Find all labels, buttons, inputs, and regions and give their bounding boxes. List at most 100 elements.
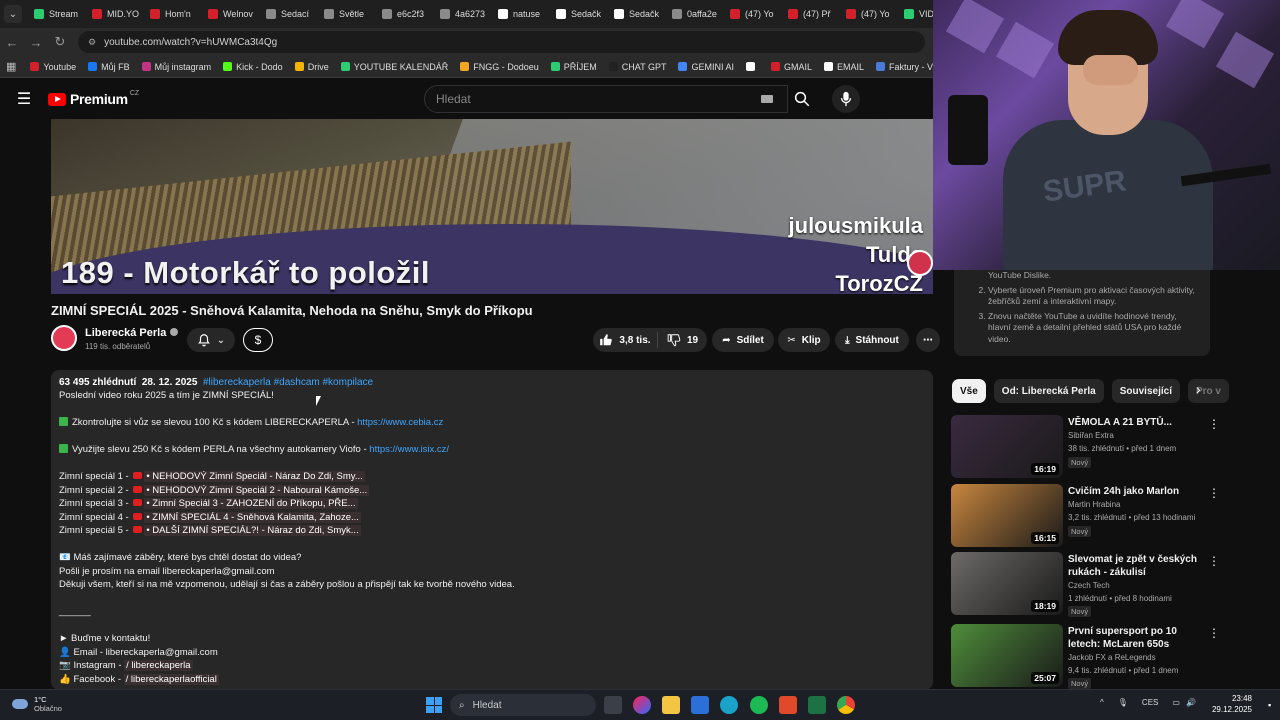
linked-video[interactable]: • Zimní Speciál 3 - ZAHOZENÍ do Příkopu,… [144, 498, 358, 509]
chip-related[interactable]: Související [1111, 379, 1180, 403]
browser-tab[interactable]: Stream [30, 3, 88, 25]
channel-name[interactable]: Liberecká Perla [85, 327, 179, 339]
browser-tab[interactable]: 4a6273 [436, 3, 494, 25]
browser-tab[interactable]: Sedací [262, 3, 320, 25]
forward-icon[interactable]: → [24, 35, 48, 50]
bookmark-item[interactable]: FNGG - Dodoeu [460, 62, 539, 72]
edge-icon[interactable] [720, 696, 738, 714]
clip-button[interactable]: ✂ Klip [778, 328, 830, 352]
browser-tab[interactable]: Sedačk [552, 3, 610, 25]
chevron-up-icon[interactable]: ^ [1100, 698, 1104, 707]
browser-tab[interactable]: natuse [494, 3, 552, 25]
browser-tab[interactable]: (47) Yo [726, 3, 784, 25]
bookmark-item[interactable]: GEMINI AI [678, 62, 734, 72]
recommended-channel[interactable]: Martin Hrabina [1068, 500, 1120, 509]
taskbar-search[interactable]: ⌕ Hledat [450, 694, 596, 716]
browser-tab[interactable]: (47) Yo [842, 3, 900, 25]
task-view-icon[interactable] [604, 696, 622, 714]
site-info-icon[interactable]: ⚙ [88, 37, 96, 48]
chevron-right-icon[interactable]: › [1196, 381, 1201, 397]
recommended-video[interactable]: 18:19 Slevomat je zpět v českých rukách -… [951, 552, 1221, 617]
linked-video[interactable]: • DALŠÍ ZIMNÍ SPECIÁL?! - Náraz do Zdi, … [144, 525, 361, 536]
chip-for-you[interactable]: Pro v [1187, 379, 1229, 403]
chrome-icon[interactable] [837, 696, 855, 714]
recommended-title[interactable]: Cvičím 24h jako Marlon [1068, 485, 1198, 498]
youtube-logo[interactable]: Premium CZ [48, 90, 139, 107]
video-description[interactable]: 63 495 zhlédnutí 28. 12. 2025 #liberecka… [51, 370, 933, 690]
thanks-button[interactable]: $ [243, 328, 273, 352]
bookmark-item[interactable]: Youtube [30, 62, 76, 72]
bookmark-item[interactable]: GMAIL [770, 62, 812, 72]
dislike-button[interactable]: 19 [658, 333, 707, 347]
notification-icon[interactable]: ▪ [1268, 700, 1271, 710]
bookmark-item[interactable]: Můj instagram [141, 62, 211, 72]
video-player[interactable]: 189 - Motorkář to položil julousmikula T… [51, 119, 933, 294]
menu-icon[interactable]: ☰ [0, 89, 48, 109]
recommended-video[interactable]: 16:19 VĚMOLA A 21 BYTŮ... Sibiřan Extra 38 … [951, 415, 1221, 479]
volume-icon[interactable]: 🔊 [1186, 698, 1196, 707]
linked-video[interactable]: • NEHODOVÝ Zimní Speciál 2 - Naboural Ká… [144, 484, 370, 496]
more-vertical-icon[interactable]: ⋮ [1208, 417, 1220, 431]
store-icon[interactable] [691, 696, 709, 714]
chip-from-channel[interactable]: Od: Liberecká Perla [993, 379, 1104, 403]
browser-tab[interactable]: VID [900, 3, 933, 25]
excel-icon[interactable] [808, 696, 826, 714]
recommended-video[interactable]: 16:15 Cvičím 24h jako Marlon Martin Hrabin… [951, 484, 1221, 548]
tab-list-button[interactable]: ⌄ [4, 5, 22, 23]
spotify-icon[interactable] [750, 696, 768, 714]
notifications-button[interactable]: ⌄ [187, 328, 235, 352]
hashtags[interactable]: #libereckaperla #dashcam #kompilace [203, 377, 373, 388]
video-thumbnail[interactable]: 16:19 [951, 415, 1063, 478]
browser-tab[interactable]: 0affa2e [668, 3, 726, 25]
browser-tab[interactable]: Sedačk [610, 3, 668, 25]
url-field[interactable]: ⚙ youtube.com/watch?v=hUWMCa3t4Qg [78, 31, 925, 53]
apps-icon[interactable]: ▦ [6, 60, 16, 73]
browser-tab[interactable]: Welnov [204, 3, 262, 25]
chip-all[interactable]: Vše [952, 379, 986, 403]
browser-tab[interactable]: MID.YO [88, 3, 146, 25]
download-button[interactable]: ⤓ Stáhnout [835, 328, 909, 352]
video-thumbnail[interactable]: 16:15 [951, 484, 1063, 547]
bookmark-item[interactable] [745, 62, 759, 71]
obs-icon[interactable] [779, 696, 797, 714]
bookmark-item[interactable]: YOUTUBE KALENDÁŘ [340, 62, 448, 72]
social-link[interactable]: / libereckaperla [124, 660, 193, 671]
recommended-channel[interactable]: Jackob FX a ReLegends [1068, 653, 1156, 662]
video-thumbnail[interactable]: 25:07 [951, 624, 1063, 687]
more-vertical-icon[interactable]: ⋮ [1208, 486, 1220, 500]
windows-start-icon[interactable] [426, 697, 442, 713]
description-link[interactable]: https://www.cebia.cz [357, 417, 443, 428]
microphone-tray-icon[interactable]: 🎙 [1118, 698, 1128, 707]
bookmark-item[interactable]: Kick - Dodo [223, 62, 283, 72]
recommended-title[interactable]: První supersport po 10 letech: McLaren 6… [1068, 625, 1198, 652]
share-button[interactable]: ➦ Sdílet [712, 328, 774, 352]
linked-video[interactable]: • NEHODOVÝ Zimní Speciál - Náraz Do Zdi,… [144, 471, 365, 482]
video-thumbnail[interactable]: 18:19 [951, 552, 1063, 615]
search-button[interactable] [788, 85, 816, 113]
recommended-title[interactable]: VĚMOLA A 21 BYTŮ... [1068, 416, 1198, 429]
recommended-channel[interactable]: Czech Tech [1068, 581, 1110, 590]
channel-avatar[interactable] [51, 325, 77, 351]
bookmark-item[interactable]: CHAT GPT [608, 62, 666, 72]
language-indicator[interactable]: CES [1142, 698, 1158, 707]
browser-tab[interactable]: (47) Př [784, 3, 842, 25]
linked-video[interactable]: • ZIMNÍ SPECIÁL 4 - Sněhová Kalamita, Za… [144, 511, 361, 523]
browser-tab[interactable]: Hom'n [146, 3, 204, 25]
social-link[interactable]: / libereckaperlaofficial [123, 673, 219, 685]
recommended-channel[interactable]: Sibiřan Extra [1068, 431, 1114, 440]
system-clock[interactable]: 23:48 29.12.2025 [1210, 693, 1252, 715]
recommended-title[interactable]: Slevomat je zpět v českých rukách - záku… [1068, 553, 1198, 580]
more-actions-button[interactable]: ⋯ [916, 328, 940, 352]
more-vertical-icon[interactable]: ⋮ [1208, 626, 1220, 640]
bookmark-item[interactable]: PŘÍJEM [550, 62, 597, 72]
copilot-icon[interactable] [633, 696, 651, 714]
recommended-video[interactable]: 25:07 První supersport po 10 letech: McLa… [951, 624, 1221, 689]
reload-icon[interactable]: ↻ [48, 34, 72, 50]
network-icon[interactable]: ▭ [1172, 698, 1180, 707]
search-input[interactable]: Hledat [424, 85, 788, 113]
bookmark-item[interactable]: Drive [294, 62, 329, 72]
browser-tab[interactable]: e6c2f3 [378, 3, 436, 25]
bookmark-item[interactable]: Faktury - Vytváření [876, 62, 933, 72]
bookmark-item[interactable]: EMAIL [824, 62, 864, 72]
back-icon[interactable]: ← [0, 35, 24, 50]
